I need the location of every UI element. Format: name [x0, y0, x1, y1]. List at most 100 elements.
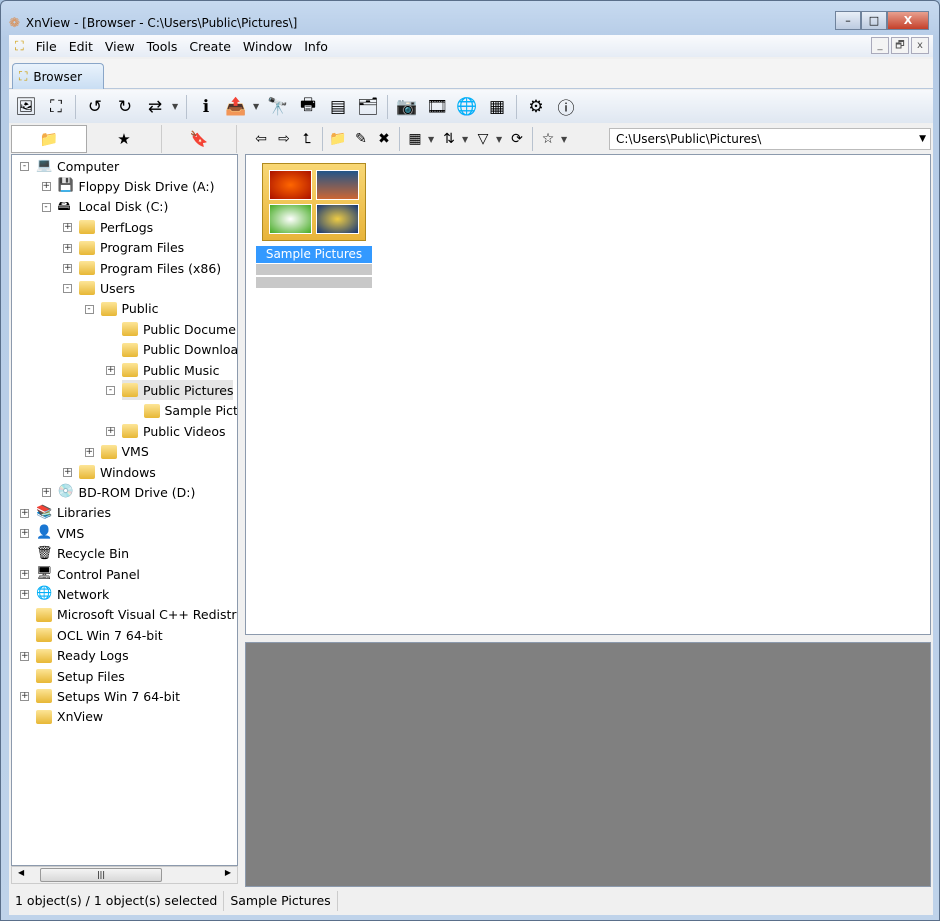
tree-expand-toggle[interactable]: + [20, 651, 29, 661]
tree-expand-toggle[interactable]: + [20, 570, 29, 579]
delete-icon[interactable]: ✖ [374, 126, 394, 152]
tree-expand-toggle[interactable]: + [63, 243, 72, 253]
dropdown-arrow-icon[interactable]: ▼ [462, 135, 470, 144]
capture-icon[interactable]: 📷 [394, 94, 420, 120]
tree-expand-toggle[interactable]: + [41, 488, 51, 498]
tree-item[interactable]: Public [100, 299, 159, 319]
rotate-right-icon[interactable]: ↻ [112, 94, 138, 120]
tab-browser[interactable]: ⛶ Browser [12, 63, 104, 89]
rename-icon[interactable]: ✎ [351, 126, 371, 152]
tree-expand-toggle[interactable]: + [84, 447, 94, 457]
tree-item[interactable]: XnView [36, 707, 103, 727]
new-folder-icon[interactable]: 📁 [328, 126, 348, 152]
maximize-button[interactable]: □ [861, 11, 887, 30]
tree-item[interactable]: Public Pictures [122, 380, 234, 401]
tree-collapse-toggle[interactable]: - [84, 304, 94, 314]
tree-item[interactable]: Program Files [79, 238, 184, 258]
tree-expand-toggle[interactable]: + [20, 508, 29, 518]
tree-item[interactable]: VMS [100, 442, 149, 462]
tree-collapse-toggle[interactable]: - [41, 202, 51, 212]
mdi-close-button[interactable]: x [911, 37, 929, 54]
fullscreen-icon[interactable]: ⛶ [43, 94, 69, 120]
tree-expand-toggle[interactable]: + [106, 427, 115, 437]
scan-icon[interactable]: ▤ [325, 94, 351, 120]
tree-item[interactable]: 🌐 Network [36, 584, 109, 604]
menu-file[interactable]: File [30, 39, 63, 54]
tree-item[interactable]: Setups Win 7 64-bit [36, 686, 180, 706]
tree-expand-toggle[interactable]: + [63, 468, 72, 477]
dropdown-arrow-icon[interactable]: ▼ [561, 135, 569, 144]
scroll-right-icon[interactable]: ▶ [225, 868, 231, 877]
tree-item[interactable]: Public Videos [122, 421, 226, 441]
tree-item[interactable]: 💻 Computer [36, 156, 119, 176]
back-icon[interactable]: ⇦ [251, 126, 271, 152]
sort-icon[interactable]: ⇅ [439, 126, 459, 152]
tree-item[interactable]: 👤 VMS [36, 523, 84, 543]
refresh-icon[interactable]: ⟳ [507, 126, 527, 152]
close-button[interactable]: X [887, 11, 929, 30]
export-icon[interactable]: 📤 [223, 94, 249, 120]
dropdown-arrow-icon[interactable]: ▼ [253, 102, 261, 111]
tree-item[interactable]: Windows [79, 462, 156, 482]
print-icon[interactable]: 🖶 [295, 94, 321, 120]
tree-expand-toggle[interactable]: + [63, 264, 72, 273]
menu-info[interactable]: Info [298, 39, 334, 54]
tree-item[interactable]: Public Music [122, 360, 220, 380]
tree-item[interactable]: Users [79, 278, 135, 298]
tree-item[interactable]: 💿 BD-ROM Drive (D:) [58, 482, 196, 502]
batch-convert-icon[interactable]: 🗂 [355, 94, 381, 120]
tree-item[interactable]: 📚 Libraries [36, 503, 111, 523]
rotate-left-icon[interactable]: ↺ [82, 94, 108, 120]
favorites-tab[interactable]: ★ [87, 125, 162, 153]
tree-item[interactable]: Program Files (x86) [79, 258, 221, 278]
tree-collapse-toggle[interactable]: - [63, 284, 72, 294]
menu-edit[interactable]: Edit [63, 39, 99, 54]
dropdown-arrow-icon[interactable]: ▼ [428, 135, 436, 144]
minimize-button[interactable]: – [835, 11, 861, 30]
favorite-icon[interactable]: ☆ [538, 126, 558, 152]
dropdown-arrow-icon[interactable]: ▼ [172, 102, 180, 111]
tree-item[interactable]: Public Downloa [122, 340, 237, 360]
folders-tab[interactable]: 📁 [11, 125, 87, 153]
parent-folder-icon[interactable]: ⮤ [297, 126, 317, 152]
tree-expand-toggle[interactable]: + [20, 692, 29, 702]
properties-icon[interactable]: ℹ [193, 94, 219, 120]
tree-item[interactable]: Ready Logs [36, 646, 129, 666]
tree-item[interactable]: 🗑 Recycle Bin [36, 544, 129, 564]
tree-item[interactable]: Sample Pict [143, 401, 237, 421]
forward-icon[interactable]: ⇨ [274, 126, 294, 152]
settings-icon[interactable]: ⚙ [523, 94, 549, 120]
web-icon[interactable]: 🌐 [454, 94, 480, 120]
tree-expand-toggle[interactable]: + [20, 529, 29, 539]
tree-item[interactable]: Setup Files [36, 666, 125, 686]
about-icon[interactable]: ⓘ [553, 94, 579, 120]
mdi-restore-button[interactable]: 🗗 [891, 37, 909, 54]
slideshow-icon[interactable]: 🎞 [424, 94, 450, 120]
open-image-icon[interactable]: 🖼 [13, 94, 39, 120]
menu-view[interactable]: View [99, 39, 141, 54]
menu-create[interactable]: Create [183, 39, 237, 54]
tree-expand-toggle[interactable]: + [106, 366, 115, 375]
menu-window[interactable]: Window [237, 39, 298, 54]
address-bar[interactable]: C:\Users\Public\Pictures\ ▼ [609, 128, 931, 150]
tree-item[interactable]: OCL Win 7 64-bit [36, 625, 163, 645]
scroll-left-icon[interactable]: ◀ [18, 868, 24, 877]
tree-item[interactable]: PerfLogs [79, 217, 153, 237]
tree-horizontal-scrollbar[interactable]: ◀ ||| ▶ [11, 866, 238, 884]
tree-item[interactable]: Public Docume [122, 319, 236, 339]
filter-icon[interactable]: ▽ [473, 126, 493, 152]
chevron-down-icon[interactable]: ▼ [919, 129, 926, 149]
tree-collapse-toggle[interactable]: - [20, 162, 29, 171]
tree-item[interactable]: Microsoft Visual C++ Redistri [36, 605, 237, 625]
scrollbar-thumb[interactable]: ||| [40, 868, 162, 882]
tree-item[interactable]: 🖥 Control Panel [36, 564, 140, 584]
tree-expand-toggle[interactable]: + [63, 223, 72, 233]
mdi-minimize-button[interactable]: _ [871, 37, 889, 54]
dropdown-arrow-icon[interactable]: ▼ [496, 135, 504, 144]
tree-expand-toggle[interactable]: + [41, 182, 51, 192]
tree-collapse-toggle[interactable]: - [106, 386, 115, 396]
find-icon[interactable]: 🔭 [265, 94, 291, 120]
tree-item[interactable]: 🖴 Local Disk (C:) [58, 197, 169, 217]
catalog-tab[interactable]: 🔖 [162, 125, 237, 153]
menu-tools[interactable]: Tools [141, 39, 184, 54]
